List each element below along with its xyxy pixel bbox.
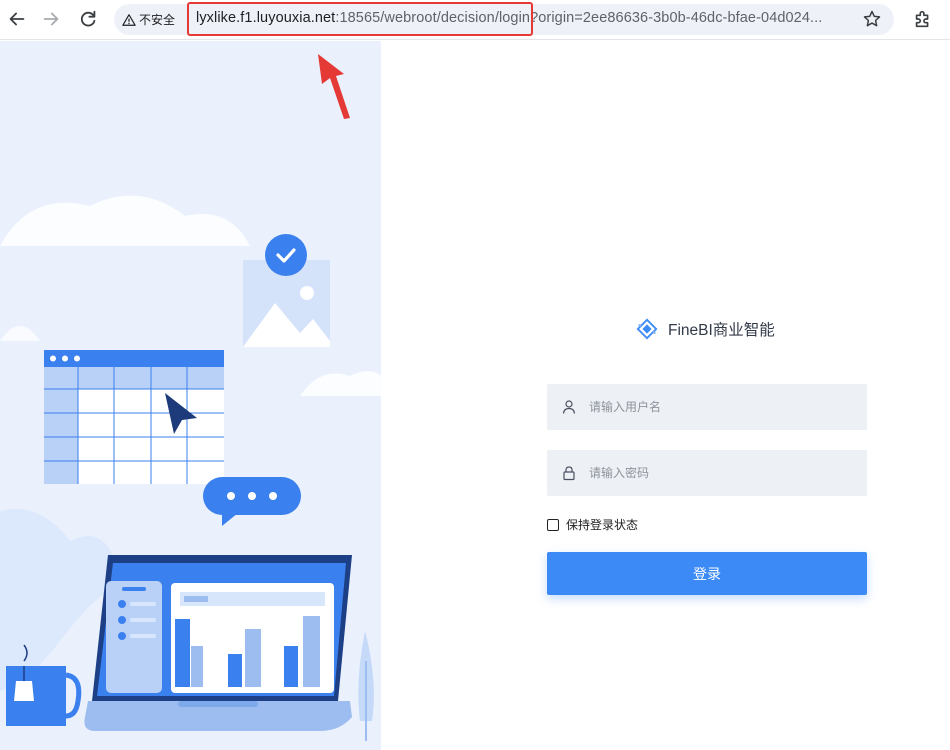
extensions-icon[interactable] (912, 8, 934, 30)
password-input[interactable] (587, 465, 851, 481)
lock-icon (563, 466, 575, 481)
brand: FineBI商业智能 (636, 318, 775, 340)
security-indicator[interactable]: 不安全 (122, 10, 175, 29)
remember-login[interactable]: 保持登录状态 (547, 516, 638, 533)
illustration-art (0, 195, 381, 741)
remember-checkbox[interactable] (547, 518, 559, 531)
password-field[interactable] (547, 450, 867, 496)
username-input[interactable] (587, 399, 851, 415)
finebi-logo-icon (636, 318, 658, 340)
back-arrow-icon (9, 12, 25, 26)
back-button[interactable] (6, 8, 28, 30)
remember-label: 保持登录状态 (566, 518, 639, 532)
warning-icon (122, 13, 136, 26)
login-button[interactable]: 登录 (547, 552, 867, 595)
forward-arrow-icon (43, 12, 59, 26)
login-illustration (0, 41, 381, 750)
forward-button[interactable] (40, 8, 62, 30)
url-highlight-box (187, 2, 533, 36)
brand-title: FineBI商业智能 (668, 322, 775, 339)
security-label: 不安全 (139, 13, 176, 27)
reload-button[interactable] (77, 8, 99, 30)
annotation-arrow-icon (318, 54, 350, 119)
user-icon (562, 400, 576, 414)
username-field[interactable] (547, 384, 867, 430)
reload-icon (80, 10, 96, 27)
star-icon[interactable] (862, 9, 882, 29)
